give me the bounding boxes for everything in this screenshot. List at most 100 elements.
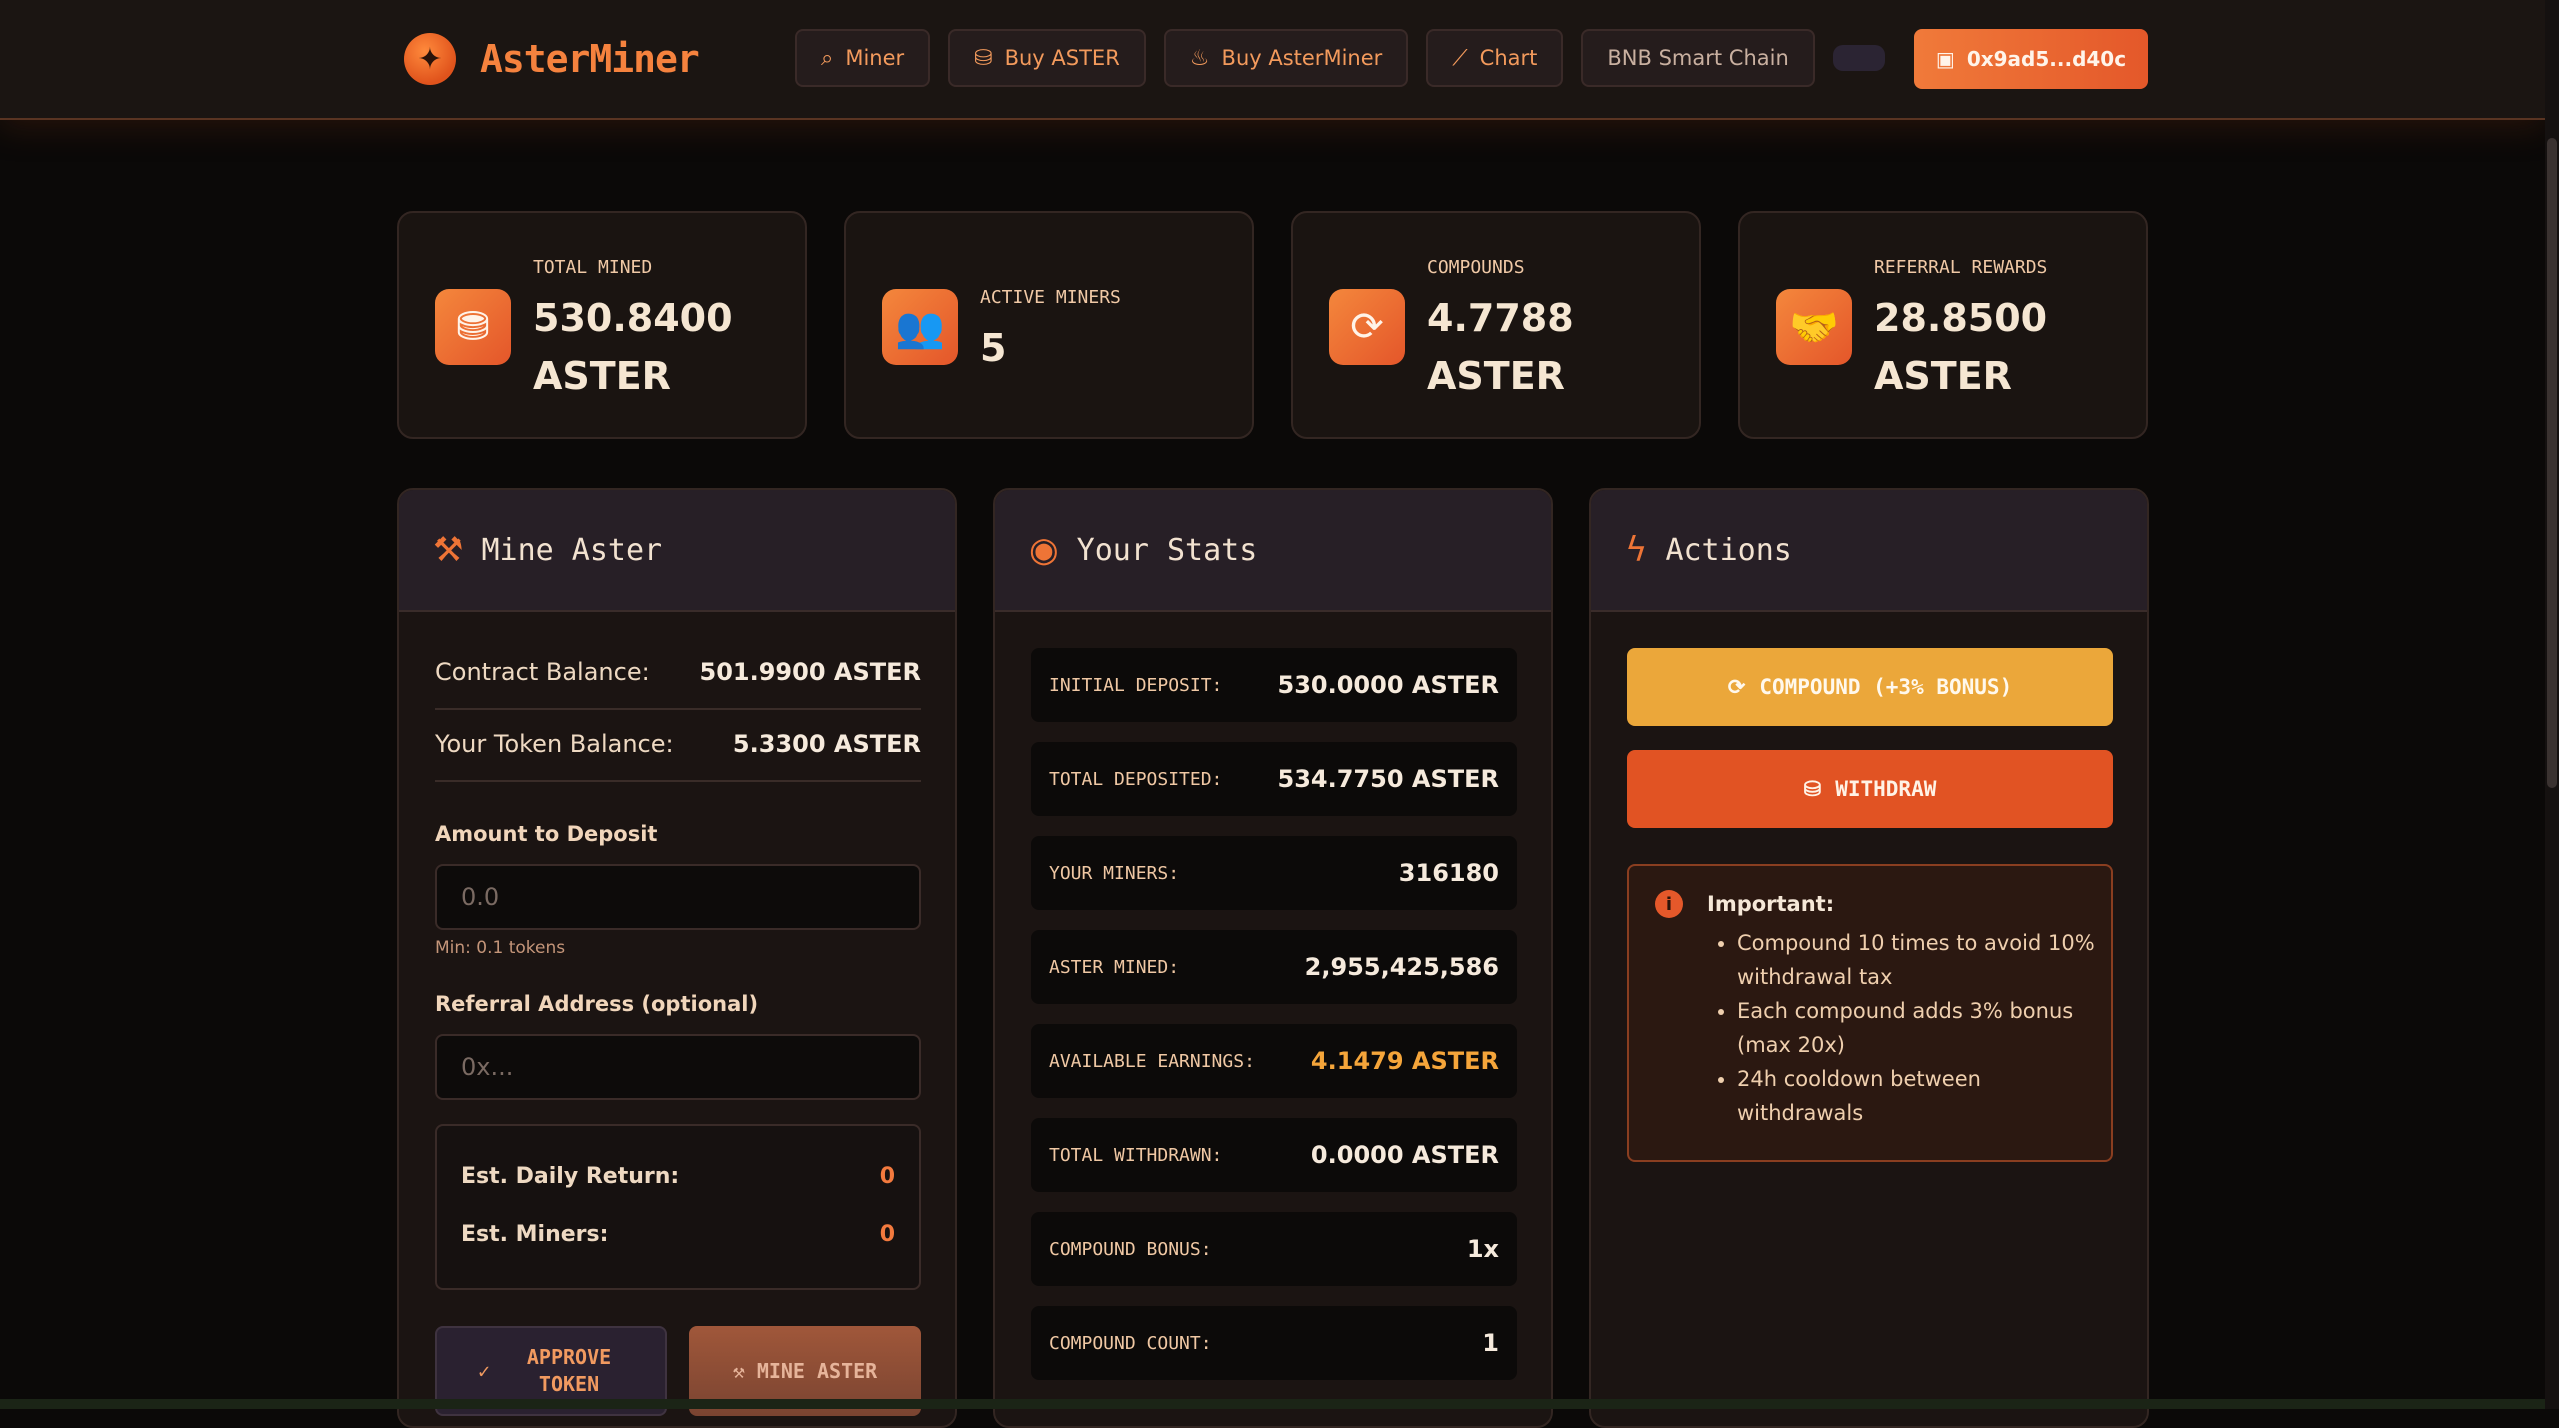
token-balance-value: 5.3300 ASTER	[732, 730, 921, 758]
panel-title: Mine Aster	[481, 532, 663, 568]
top-navbar: ✦ AsterMiner ⌕ Miner ⛁ Buy ASTER ♨ Buy A…	[0, 0, 2545, 120]
brand[interactable]: ✦ AsterMiner	[404, 30, 700, 88]
contract-balance-label: Contract Balance:	[435, 658, 650, 686]
lightning-icon: ϟ	[1625, 530, 1648, 570]
est-miners-row: Est. Miners: 0	[461, 1222, 895, 1247]
stat-row-label: Available Earnings:	[1049, 1050, 1255, 1072]
brand-name: AsterMiner	[480, 37, 700, 81]
stat-row-label: Your Miners:	[1049, 862, 1180, 884]
coins-icon: ⛁	[974, 45, 993, 71]
scrollbar-thumb[interactable]	[2547, 138, 2557, 788]
stat-row-value: 530.0000 ASTER	[1277, 671, 1499, 699]
stat-row-aster-mined: Aster Mined: 2,955,425,586	[1031, 930, 1517, 1004]
stat-row-value: 316180	[1398, 859, 1499, 887]
stat-row-label: Total Withdrawn:	[1049, 1144, 1223, 1166]
stat-unit: ASTER	[1427, 354, 1565, 398]
nav-miner-button[interactable]: ⌕ Miner	[795, 29, 931, 87]
stat-row-label: Compound Bonus:	[1049, 1238, 1212, 1260]
stat-row-value: 2,955,425,586	[1304, 953, 1499, 981]
stat-row-initial-deposit: Initial Deposit: 530.0000 ASTER	[1031, 648, 1517, 722]
coins-stack-icon: ⛃	[435, 289, 511, 365]
stat-card-compounds: ⟳ Compounds 4.7788 ASTER	[1291, 211, 1701, 439]
est-daily-row: Est. Daily Return: 0	[461, 1164, 895, 1189]
stat-row-your-miners: Your Miners: 316180	[1031, 836, 1517, 910]
nav-buy-asterminer-label: Buy AsterMiner	[1221, 46, 1383, 70]
stat-label: Compounds	[1427, 257, 1525, 278]
network-button[interactable]: BNB Smart Chain	[1581, 29, 1815, 87]
notice-item: Compound 10 times to avoid 10% withdrawa…	[1737, 926, 2097, 994]
panel-title: Your Stats	[1076, 532, 1258, 568]
notice-item: 24h cooldown between withdrawals	[1737, 1062, 2097, 1130]
wallet-icon: ▣	[1935, 47, 1955, 71]
stat-value: 4.7788	[1427, 296, 1574, 340]
important-notice: i Important: Compound 10 times to avoid …	[1627, 864, 2113, 1162]
stat-row-value: 1	[1482, 1329, 1499, 1357]
stat-card-active-miners: 👥 Active Miners 5	[844, 211, 1254, 439]
notice-item: Each compound adds 3% bonus (max 20x)	[1737, 994, 2097, 1062]
stat-row-label: Aster Mined:	[1049, 956, 1180, 978]
hammer-icon: ⚒	[433, 530, 464, 570]
amount-label: Amount to Deposit	[435, 822, 658, 846]
users-icon: 👥	[882, 289, 958, 365]
refresh-icon: ⟳	[1727, 675, 1746, 699]
est-miners-value: 0	[879, 1222, 895, 1247]
bottom-strip	[0, 1399, 2545, 1409]
stat-label: Referral Rewards	[1874, 257, 2048, 278]
withdraw-button[interactable]: ⛁ WITHDRAW	[1627, 750, 2113, 828]
est-daily-label: Est. Daily Return:	[461, 1164, 680, 1189]
search-icon: ⌕	[821, 45, 834, 71]
nav-chart-label: Chart	[1479, 46, 1538, 70]
stat-unit: ASTER	[533, 354, 671, 398]
nav-buy-aster-button[interactable]: ⛁ Buy ASTER	[948, 29, 1146, 87]
approve-label: APPROVE TOKEN	[526, 1345, 612, 1396]
panel-title: Actions	[1665, 532, 1792, 568]
mine-label: MINE ASTER	[756, 1359, 878, 1383]
token-balance-row: Your Token Balance: 5.3300 ASTER	[435, 708, 921, 782]
wallet-address: 0x9ad5...d40c	[1966, 47, 2127, 71]
info-icon: i	[1655, 890, 1683, 918]
actions-panel: ϟ Actions ⟳ COMPOUND (+3% BONUS) ⛁ WITHD…	[1589, 488, 2149, 1428]
stat-card-referral-rewards: 🤝 Referral Rewards 28.8500 ASTER	[1738, 211, 2148, 439]
stat-label: Total Mined	[533, 257, 653, 278]
line-chart-icon: ⟋	[1452, 45, 1468, 71]
mine-panel: ⚒ Mine Aster Contract Balance: 501.9900 …	[397, 488, 957, 1428]
est-daily-value: 0	[879, 1164, 895, 1189]
nav-miner-label: Miner	[845, 46, 905, 70]
estimate-box: Est. Daily Return: 0 Est. Miners: 0	[435, 1124, 921, 1290]
compound-button[interactable]: ⟳ COMPOUND (+3% BONUS)	[1627, 648, 2113, 726]
user-circle-icon: ◉	[1029, 530, 1059, 570]
stat-row-value: 0.0000 ASTER	[1310, 1141, 1499, 1169]
panel-header: ◉ Your Stats	[995, 490, 1551, 612]
nav-links: ⌕ Miner ⛁ Buy ASTER ♨ Buy AsterMiner ⟋ C…	[795, 29, 1885, 87]
amount-input[interactable]	[435, 864, 921, 930]
stat-row-total-deposited: Total Deposited: 534.7750 ASTER	[1031, 742, 1517, 816]
hammer-icon: ⚒	[732, 1359, 745, 1383]
panel-header: ⚒ Mine Aster	[399, 490, 955, 612]
refresh-icon: ⟳	[1329, 289, 1405, 365]
stat-row-value: 534.7750 ASTER	[1277, 765, 1499, 793]
star-burst-icon: ✦	[404, 33, 456, 85]
stat-unit: ASTER	[1874, 354, 2012, 398]
notice-list: Compound 10 times to avoid 10% withdrawa…	[1707, 926, 2097, 1130]
stat-row-label: Compound Count:	[1049, 1332, 1212, 1354]
wallet-button[interactable]: ▣ 0x9ad5...d40c	[1914, 29, 2148, 89]
referral-input[interactable]	[435, 1034, 921, 1100]
stat-value: 5	[980, 326, 1007, 370]
panel-header: ϟ Actions	[1591, 490, 2147, 612]
coins-icon: ⛁	[1803, 777, 1822, 801]
stat-label: Active Miners	[980, 287, 1121, 308]
stat-card-total-mined: ⛃ Total Mined 530.8400 ASTER	[397, 211, 807, 439]
nav-buy-aster-label: Buy ASTER	[1004, 46, 1120, 70]
stat-value: 530.8400	[533, 296, 733, 340]
contract-balance-row: Contract Balance: 501.9900 ASTER	[435, 636, 921, 710]
nav-chart-button[interactable]: ⟋ Chart	[1426, 29, 1564, 87]
stat-row-compound-count: Compound Count: 1	[1031, 1306, 1517, 1380]
stat-row-label: Total Deposited:	[1049, 768, 1223, 790]
est-miners-label: Est. Miners:	[461, 1222, 609, 1247]
theme-toggle[interactable]	[1832, 45, 1885, 71]
stat-row-label: Initial Deposit:	[1049, 674, 1223, 696]
handshake-icon: 🤝	[1776, 289, 1852, 365]
nav-buy-asterminer-button[interactable]: ♨ Buy AsterMiner	[1163, 29, 1409, 87]
network-label: BNB Smart Chain	[1607, 46, 1789, 70]
stat-row-value: 1x	[1466, 1235, 1499, 1263]
